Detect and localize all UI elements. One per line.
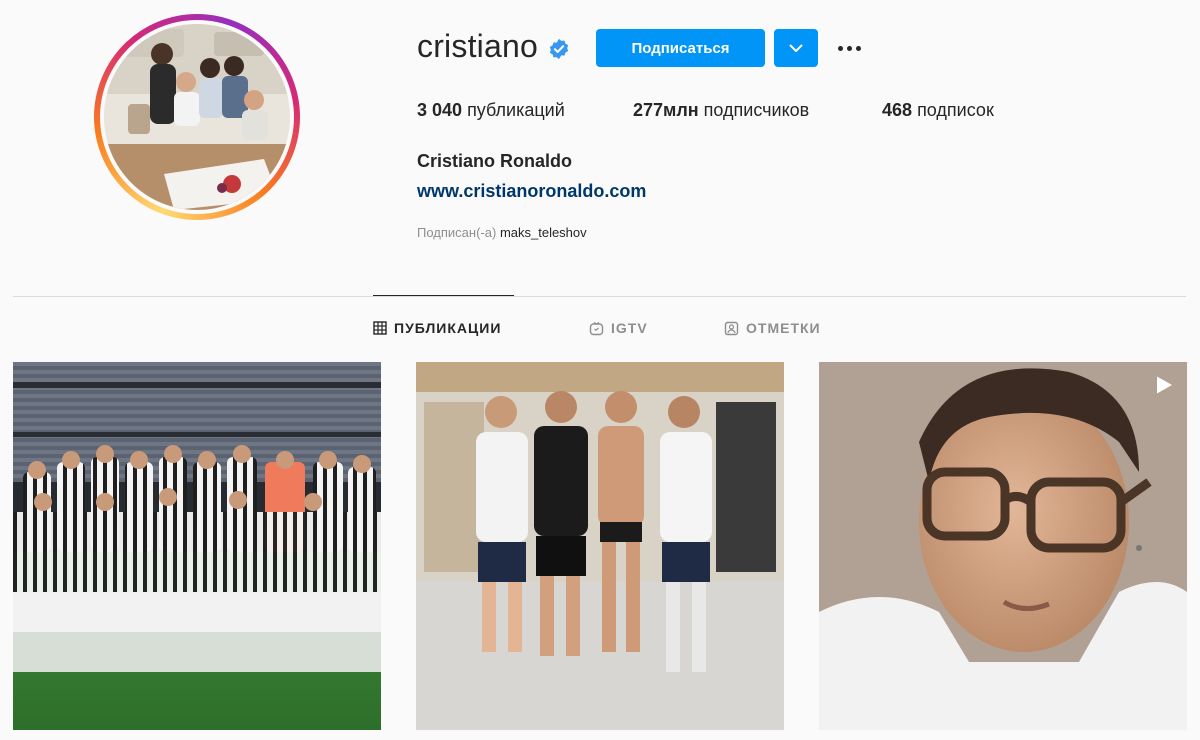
avatar-photo <box>104 24 290 210</box>
follow-button[interactable]: Подписаться <box>596 29 765 67</box>
igtv-icon <box>589 321 604 335</box>
followers-count: 277млн <box>633 100 699 120</box>
post-thumbnail[interactable] <box>13 362 381 730</box>
posts-count: 3 040 <box>417 100 463 120</box>
followed-by-label: Подписан(-а) <box>417 225 497 240</box>
followed-by-user: maks_teleshov <box>499 225 587 240</box>
tab-tagged[interactable]: ОТМЕТКИ <box>724 320 821 336</box>
profile-avatar[interactable] <box>104 24 290 210</box>
verified-badge-icon <box>549 38 569 60</box>
tab-igtv[interactable]: IGTV <box>589 320 648 336</box>
video-icon <box>1157 376 1172 394</box>
followed-by[interactable]: Подписан(-а) maks_teleshov <box>417 225 587 240</box>
grid-icon <box>373 321 387 335</box>
stat-following[interactable]: 468 подписок <box>882 100 994 121</box>
post-thumbnail[interactable] <box>819 362 1187 730</box>
more-options-icon[interactable] <box>830 32 868 64</box>
post-image-team-photo <box>13 362 381 730</box>
profile-avatar-ring[interactable] <box>94 14 300 220</box>
tab-posts[interactable]: ПУБЛИКАЦИИ <box>373 320 501 336</box>
chevron-down-icon <box>789 44 803 52</box>
posts-label: публикаций <box>467 100 565 120</box>
stat-posts: 3 040 публикаций <box>417 100 565 121</box>
stat-followers[interactable]: 277млн подписчиков <box>633 100 809 121</box>
post-thumbnail[interactable] <box>416 362 784 730</box>
tabs-divider <box>13 296 1186 297</box>
followers-label: подписчиков <box>703 100 810 120</box>
following-label: подписок <box>917 100 994 120</box>
tab-posts-label: ПУБЛИКАЦИИ <box>394 320 502 336</box>
post-image-portrait <box>819 362 1187 730</box>
post-image-locker-room <box>416 362 784 730</box>
profile-website-link[interactable]: www.cristianoronaldo.com <box>417 181 646 202</box>
following-count: 468 <box>882 100 913 120</box>
suggested-accounts-button[interactable] <box>774 29 818 67</box>
active-tab-indicator <box>373 295 514 296</box>
profile-username: cristiano <box>417 28 538 64</box>
profile-full-name: Cristiano Ronaldo <box>417 151 573 171</box>
tagged-icon <box>724 321 739 335</box>
tab-tagged-label: ОТМЕТКИ <box>746 320 821 336</box>
tab-igtv-label: IGTV <box>611 320 648 336</box>
